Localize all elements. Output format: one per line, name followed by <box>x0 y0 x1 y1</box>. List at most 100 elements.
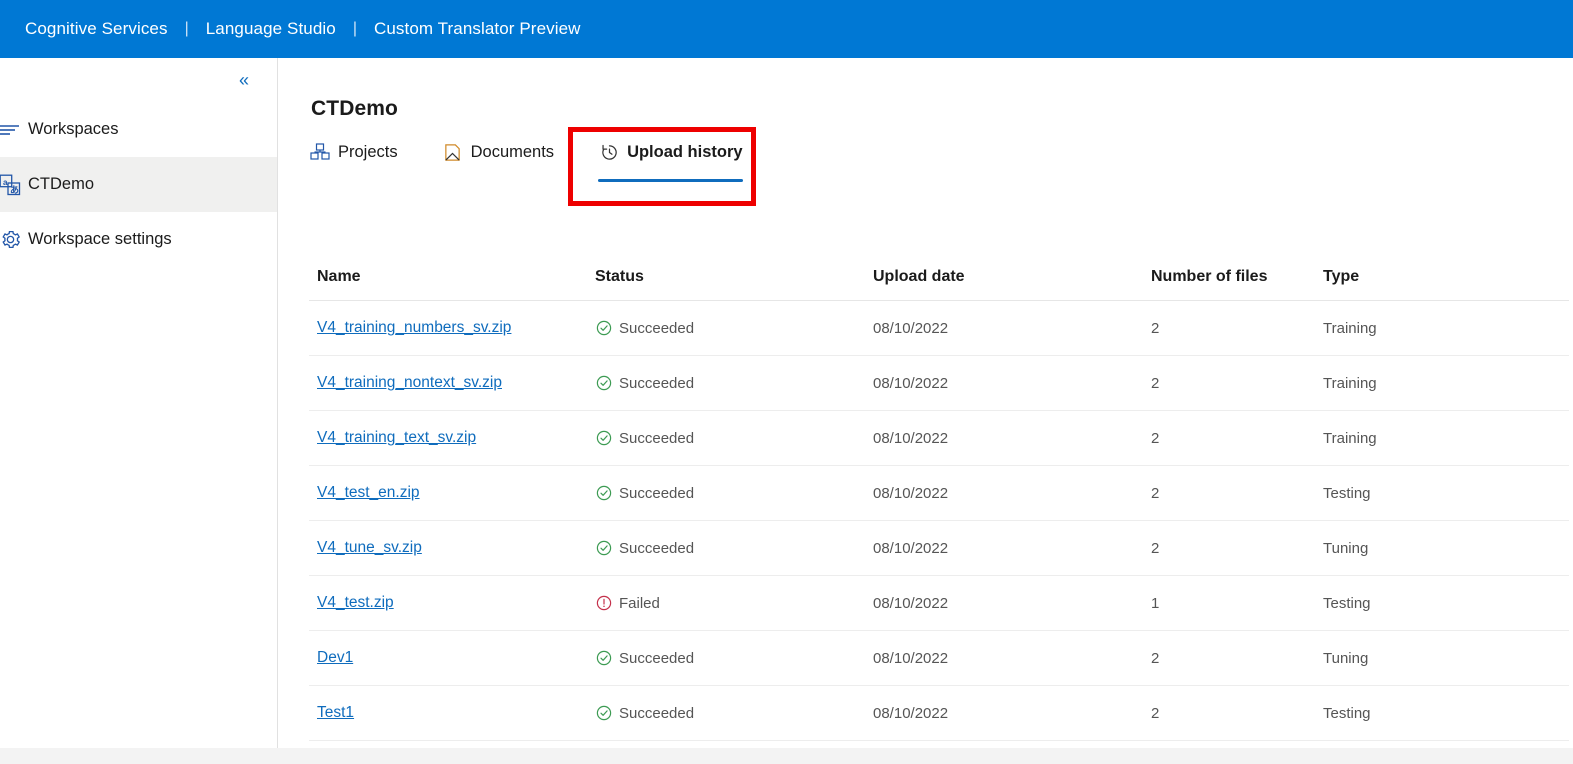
column-header-type[interactable]: Type <box>1315 258 1569 301</box>
sidebar-item-workspace-settings[interactable]: Workspace settings <box>0 212 277 267</box>
cell-type: Training <box>1315 300 1569 356</box>
tab-projects[interactable]: Projects <box>309 142 398 168</box>
cell-type: Training <box>1315 355 1569 411</box>
cell-type: Training <box>1315 410 1569 466</box>
status-label: Failed <box>619 594 660 612</box>
status-badge: Succeeded <box>595 430 865 447</box>
file-link[interactable]: V4_training_numbers_sv.zip <box>317 319 511 336</box>
cell-number-of-files: 2 <box>1143 685 1315 741</box>
bottom-strip <box>0 748 1573 764</box>
cell-type: Tuning <box>1315 520 1569 576</box>
status-label: Succeeded <box>619 429 695 447</box>
file-link[interactable]: V4_tune_sv.zip <box>317 539 422 556</box>
table-row[interactable]: V4_test.zip Failed 08/10/2022 1 Testing <box>309 575 1569 631</box>
cell-status: Failed <box>587 575 865 631</box>
chevron-double-left-icon[interactable]: « <box>239 71 249 89</box>
status-badge: Succeeded <box>595 650 865 667</box>
svg-text:あ: あ <box>10 185 19 195</box>
table-row[interactable]: Dev1 Succeeded 08/10/2022 2 Tuning <box>309 630 1569 686</box>
header-separator-2: | <box>352 20 357 37</box>
status-badge: Succeeded <box>595 485 865 502</box>
cell-number-of-files: 2 <box>1143 520 1315 576</box>
table-row[interactable]: V4_test_en.zip Succeeded 08/10/2022 2 Testin… <box>309 465 1569 521</box>
tab-label: Projects <box>338 142 398 161</box>
cell-type: Testing <box>1315 575 1569 631</box>
column-header-status[interactable]: Status <box>587 258 865 301</box>
status-badge: Succeeded <box>595 320 865 337</box>
file-link[interactable]: V4_training_text_sv.zip <box>317 429 476 446</box>
sidebar-item-workspaces[interactable]: Workspaces <box>0 102 277 157</box>
table-row[interactable]: V4_training_nontext_sv.zip Succeeded 08/10… <box>309 355 1569 411</box>
success-check-icon <box>595 540 612 557</box>
success-check-icon <box>595 705 612 722</box>
cell-number-of-files: 2 <box>1143 355 1315 411</box>
column-header-name[interactable]: Name <box>309 258 587 301</box>
global-header: Cognitive Services | Language Studio | C… <box>0 0 1573 58</box>
table-header-row: Name Status Upload date Number of files … <box>309 258 1569 301</box>
header-brand-link[interactable]: Cognitive Services <box>25 19 168 39</box>
tab-bar: Projects Documents Upload history <box>309 142 743 182</box>
header-product-link[interactable]: Language Studio <box>206 19 336 39</box>
cell-type: Testing <box>1315 465 1569 521</box>
cell-number-of-files: 2 <box>1143 410 1315 466</box>
table-body: V4_training_numbers_sv.zip Succeeded 08/10… <box>309 300 1569 741</box>
cell-name: Test1 <box>309 685 587 741</box>
cell-name: Dev1 <box>309 630 587 686</box>
error-alert-icon <box>595 595 612 612</box>
column-header-upload-date[interactable]: Upload date <box>865 258 1143 301</box>
status-label: Succeeded <box>619 649 695 667</box>
header-separator-1: | <box>184 20 189 37</box>
cell-upload-date: 08/10/2022 <box>865 520 1143 576</box>
cell-status: Succeeded <box>587 300 865 356</box>
upload-history-table: Name Status Upload date Number of files … <box>309 258 1569 741</box>
file-link[interactable]: V4_test.zip <box>317 594 394 611</box>
sidebar-item-ctdemo[interactable]: a あ CTDemo <box>0 157 277 212</box>
cell-status: Succeeded <box>587 355 865 411</box>
upload-history-table-wrap: Name Status Upload date Number of files … <box>309 258 1569 741</box>
status-label: Succeeded <box>619 704 695 722</box>
file-link[interactable]: V4_training_nontext_sv.zip <box>317 374 502 391</box>
sidebar: « Workspaces a あ CTDemo Workspace settin… <box>0 58 278 748</box>
cell-name: V4_test_en.zip <box>309 465 587 521</box>
list-icon <box>0 122 28 138</box>
tab-label: Upload history <box>627 142 743 161</box>
cell-name: V4_tune_sv.zip <box>309 520 587 576</box>
cell-number-of-files: 2 <box>1143 465 1315 521</box>
file-link[interactable]: Dev1 <box>317 649 353 666</box>
table-row[interactable]: Test1 Succeeded 08/10/2022 2 Testing <box>309 685 1569 741</box>
table-row[interactable]: V4_training_numbers_sv.zip Succeeded 08/10… <box>309 300 1569 356</box>
cell-number-of-files: 1 <box>1143 575 1315 631</box>
status-badge: Succeeded <box>595 375 865 392</box>
table-header: Name Status Upload date Number of files … <box>309 258 1569 301</box>
status-label: Succeeded <box>619 374 695 392</box>
cell-upload-date: 08/10/2022 <box>865 630 1143 686</box>
cell-upload-date: 08/10/2022 <box>865 465 1143 521</box>
history-clock-icon <box>598 142 620 162</box>
cell-upload-date: 08/10/2022 <box>865 300 1143 356</box>
projects-cubes-icon <box>309 142 331 162</box>
sidebar-item-label: Workspace settings <box>28 230 172 248</box>
status-badge: Failed <box>595 595 865 612</box>
gear-icon <box>0 229 28 250</box>
page-title: CTDemo <box>311 97 398 120</box>
table-row[interactable]: V4_tune_sv.zip Succeeded 08/10/2022 2 Tuning <box>309 520 1569 576</box>
cell-status: Succeeded <box>587 520 865 576</box>
cell-upload-date: 08/10/2022 <box>865 355 1143 411</box>
cell-name: V4_training_numbers_sv.zip <box>309 300 587 356</box>
sidebar-collapse-row: « <box>0 58 277 102</box>
column-header-number-of-files[interactable]: Number of files <box>1143 258 1315 301</box>
cell-status: Succeeded <box>587 410 865 466</box>
table-row[interactable]: V4_training_text_sv.zip Succeeded 08/10/20… <box>309 410 1569 466</box>
success-check-icon <box>595 375 612 392</box>
success-check-icon <box>595 320 612 337</box>
file-link[interactable]: V4_test_en.zip <box>317 484 420 501</box>
cell-type: Tuning <box>1315 630 1569 686</box>
cell-name: V4_test.zip <box>309 575 587 631</box>
tab-documents[interactable]: Documents <box>442 142 554 168</box>
status-label: Succeeded <box>619 319 695 337</box>
header-section-label[interactable]: Custom Translator Preview <box>374 19 581 39</box>
tab-upload-history[interactable]: Upload history <box>598 142 743 182</box>
success-check-icon <box>595 650 612 667</box>
file-link[interactable]: Test1 <box>317 704 354 721</box>
cell-type: Testing <box>1315 685 1569 741</box>
